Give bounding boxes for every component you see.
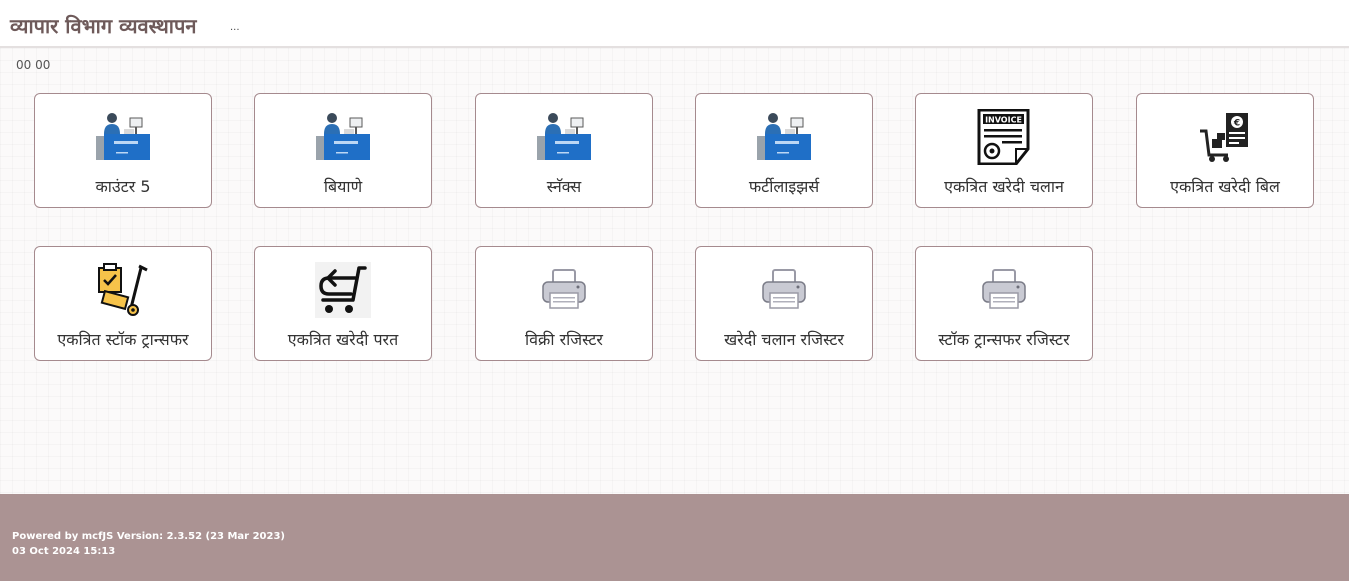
cashier-counter-icon [315, 110, 371, 164]
printer-icon [976, 263, 1032, 317]
tile-label: स्नॅक्स [546, 177, 582, 196]
page-title: व्यापार विभाग व्यवस्थापन [10, 14, 197, 38]
tile-label: काउंटर 5 [95, 177, 151, 196]
powered-prefix: Powered by [12, 531, 82, 542]
cashier-counter-icon [536, 110, 592, 164]
tile-label: बियाणे [323, 177, 363, 196]
tile-consolidated-purchase-bill[interactable]: € एकत्रित खरेदी बिल [1136, 93, 1314, 208]
tile-label: फर्टीलाइझर्स [748, 177, 820, 196]
stock-transfer-trolley-icon [95, 263, 151, 317]
version-text: Version: 2.3.52 (23 Mar 2023) [113, 531, 285, 542]
tile-purchase-challan-register[interactable]: खरेदी चलान रजिस्टर [695, 246, 873, 361]
tile-label: एकत्रित खरेदी बिल [1170, 177, 1280, 196]
tile-label: एकत्रित खरेदी परत [287, 330, 399, 349]
tile-label: खरेदी चलान रजिस्टर [724, 330, 844, 349]
tile-consolidated-purchase-return[interactable]: एकत्रित खरेदी परत [254, 246, 432, 361]
tile-snacks[interactable]: स्नॅक्स [475, 93, 653, 208]
powered-by-text: Powered by mcfJS Version: 2.3.52 (23 Mar… [12, 531, 285, 542]
tile-sales-register[interactable]: विक्री रजिस्टर [475, 246, 653, 361]
app-footer: Powered by mcfJS Version: 2.3.52 (23 Mar… [0, 494, 1349, 581]
tile-counter-5[interactable]: काउंटर 5 [34, 93, 212, 208]
cashier-counter-icon [95, 110, 151, 164]
tile-label: विक्री रजिस्टर [525, 330, 603, 349]
purchase-bill-cart-icon: € [1197, 110, 1253, 164]
invoice-icon: INVOICE [976, 109, 1032, 165]
tile-label: एकत्रित खरेदी चलान [944, 177, 1064, 196]
title-ellipsis[interactable]: ... [230, 22, 240, 33]
tile-seeds[interactable]: बियाणे [254, 93, 432, 208]
footer-datetime: 03 Oct 2024 15:13 [12, 546, 116, 557]
tile-label: स्टॉक ट्रान्सफर रजिस्टर [938, 330, 1070, 349]
svg-text:€: € [1233, 119, 1240, 129]
svg-text:INVOICE: INVOICE [985, 116, 1022, 125]
tile-consolidated-purchase-challan[interactable]: INVOICE एकत्रित खरेदी चलान [915, 93, 1093, 208]
tile-label: एकत्रित स्टॉक ट्रान्सफर [57, 330, 189, 349]
cart-return-icon [315, 262, 371, 318]
printer-icon [756, 263, 812, 317]
tile-consolidated-stock-transfer[interactable]: एकत्रित स्टॉक ट्रान्सफर [34, 246, 212, 361]
tile-stock-transfer-register[interactable]: स्टॉक ट्रान्सफर रजिस्टर [915, 246, 1093, 361]
cashier-counter-icon [756, 110, 812, 164]
tile-fertilizers[interactable]: फर्टीलाइझर्स [695, 93, 873, 208]
brand-name: mcfJS [81, 531, 114, 542]
printer-icon [536, 263, 592, 317]
app-header: व्यापार विभाग व्यवस्थापन ... [0, 0, 1349, 48]
clock-text: 00 00 [16, 58, 51, 72]
